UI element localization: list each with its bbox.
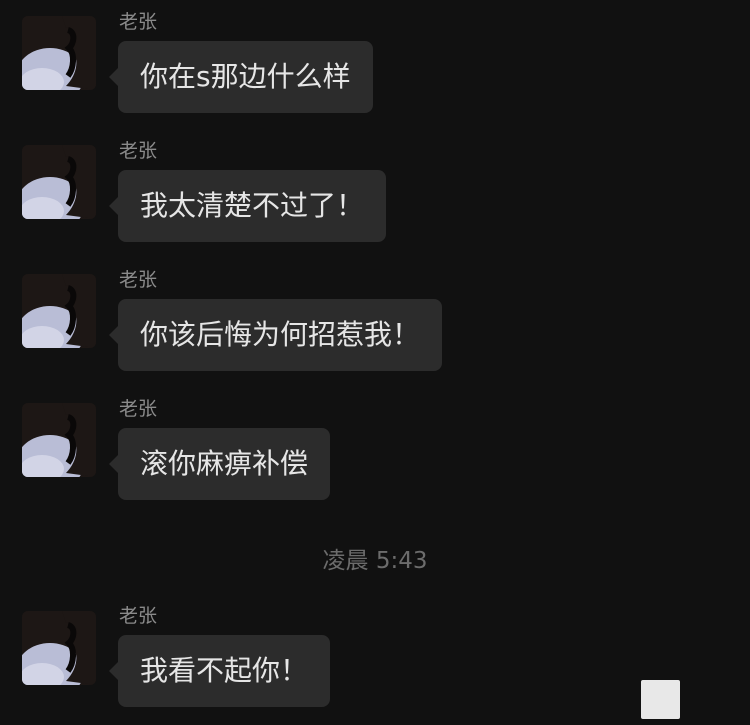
avatar[interactable] xyxy=(22,403,96,477)
avatar[interactable] xyxy=(22,274,96,348)
message-bubble[interactable]: 滚你麻痹补偿 xyxy=(108,428,331,500)
message-bubble[interactable]: 我看不起你！ xyxy=(108,635,331,707)
avatar-image-icon xyxy=(22,403,96,477)
avatar[interactable] xyxy=(22,611,96,685)
sender-name: 老张 xyxy=(119,11,158,33)
overlay-square xyxy=(641,680,680,719)
avatar-image-icon xyxy=(22,145,96,219)
avatar[interactable] xyxy=(22,145,96,219)
timestamp-divider: 凌晨 5:43 xyxy=(322,548,428,574)
avatar-image-icon xyxy=(22,16,96,90)
avatar-image-icon xyxy=(22,274,96,348)
message-bubble[interactable]: 我太清楚不过了！ xyxy=(108,170,387,242)
sender-name: 老张 xyxy=(119,398,158,420)
avatar[interactable] xyxy=(22,16,96,90)
message-bubble[interactable]: 你在s那边什么样 xyxy=(109,41,373,113)
sender-name: 老张 xyxy=(119,140,158,162)
sender-name: 老张 xyxy=(119,605,158,627)
sender-name: 老张 xyxy=(119,269,158,291)
avatar-image-icon xyxy=(22,611,96,685)
message-bubble[interactable]: 你该后悔为何招惹我！ xyxy=(108,299,443,371)
